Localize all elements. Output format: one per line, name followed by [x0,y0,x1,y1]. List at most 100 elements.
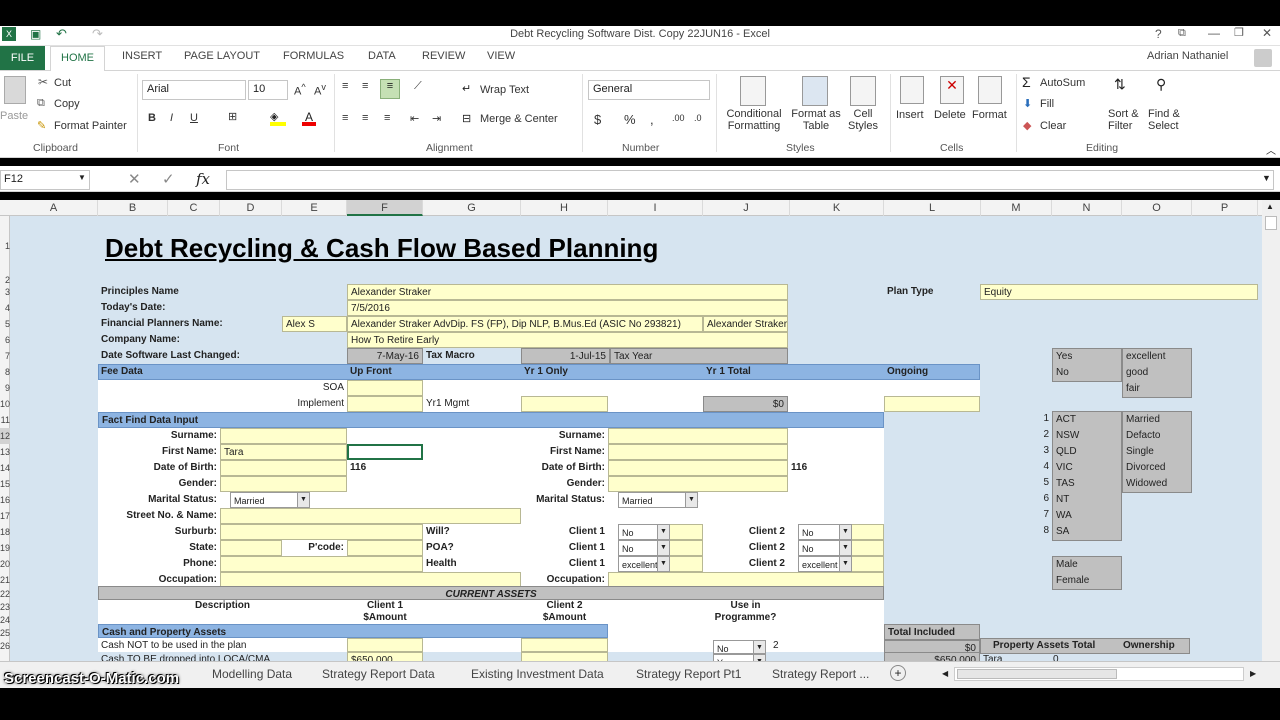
tab-page-layout[interactable]: PAGE LAYOUT [184,50,260,62]
chevron-down-icon[interactable]: ▼ [839,557,851,571]
orientation-icon[interactable]: ⟋ [414,80,422,93]
cell-surname-1[interactable] [220,428,347,444]
column-header[interactable]: B [98,200,168,216]
scroll-thumb[interactable] [1265,216,1277,230]
align-right-icon[interactable]: ≡ [384,112,390,124]
insert-cells-button[interactable]: Insert [896,109,924,121]
font-size-select[interactable]: 10 [248,80,288,100]
poa-combo-c1[interactable]: No ▼ [618,540,670,556]
cancel-entry-icon[interactable]: ✕ [128,170,141,188]
row-header[interactable]: 13 [0,444,10,460]
row-header[interactable]: 15 [0,476,10,492]
vertical-scrollbar[interactable]: ▲ [1262,200,1280,661]
row-header[interactable]: 26 [0,640,10,652]
column-header[interactable]: F [347,200,423,216]
cell-surname-2[interactable] [608,428,788,444]
minimize-icon[interactable]: — [1208,26,1220,40]
bold-icon[interactable]: B [148,112,156,124]
user-name[interactable]: Adrian Nathaniel [1147,50,1228,62]
worksheet-grid[interactable]: Debt Recycling & Cash Flow Based Plannin… [10,216,1262,661]
horizontal-scrollbar[interactable] [954,667,1244,681]
health-combo-c2[interactable]: excellent ▼ [798,556,852,572]
borders-icon[interactable]: ⊞ [228,110,237,123]
row-header[interactable]: 6 [0,332,10,348]
cell-implement-upfront[interactable] [347,396,423,412]
row-header[interactable]: 11 [0,412,10,428]
use-in-combo-1[interactable]: No ▼ [713,640,766,654]
currency-icon[interactable]: $ [594,112,601,127]
chevron-down-icon[interactable]: ▼ [685,493,697,507]
will-combo-c2[interactable]: No ▼ [798,524,852,540]
row-header[interactable]: 16 [0,492,10,508]
fill-color-icon[interactable]: ◈ [270,110,286,126]
ribbon-options-icon[interactable]: ⧉ [1178,27,1186,40]
merge-center-button[interactable]: Merge & Center [480,113,558,125]
decrease-indent-icon[interactable]: ⇤ [410,112,419,125]
column-header[interactable]: A [10,200,98,216]
help-icon[interactable]: ? [1155,27,1162,41]
row-header[interactable]: 14 [0,460,10,476]
chevron-down-icon[interactable]: ▼ [657,541,669,555]
row-header[interactable]: 9 [0,380,10,396]
find-select-button[interactable]: Find & Select [1148,108,1180,132]
align-left-icon[interactable]: ≡ [342,112,348,124]
cut-button[interactable]: Cut [54,77,71,89]
health-combo-c1[interactable]: excellent ▼ [618,556,670,572]
align-top-icon[interactable]: ≡ [342,80,348,92]
sheet-tab-modelling-data[interactable]: Modelling Data [212,667,292,681]
row-header[interactable]: 19 [0,540,10,556]
cell-cash-not-c1[interactable] [347,638,423,652]
autosum-button[interactable]: AutoSum [1040,77,1085,89]
cell-todays-date[interactable]: 7/5/2016 [347,300,788,316]
tab-file[interactable]: FILE [0,46,45,70]
shrink-font-icon[interactable]: Av [314,82,326,98]
format-cells-button[interactable]: Format [972,109,1007,121]
align-middle-icon[interactable]: ≡ [362,80,368,92]
hscroll-left-icon[interactable]: ◀ [942,669,948,678]
marital-status-combo-1[interactable]: Married ▼ [230,492,310,508]
chevron-down-icon[interactable]: ▼ [839,525,851,539]
cell-principles-name[interactable]: Alexander Straker [347,284,788,300]
row-header[interactable]: 23 [0,600,10,614]
row-header[interactable]: 4 [0,300,10,316]
scroll-up-icon[interactable]: ▲ [1266,202,1274,211]
cell-cash-tbd-c1[interactable]: $650,000 [347,652,423,661]
row-header[interactable]: 17 [0,508,10,524]
row-header[interactable]: 25 [0,626,10,640]
font-name-select[interactable]: Arial [142,80,246,100]
increase-decimal-icon[interactable]: .00 [672,113,685,123]
copy-button[interactable]: Copy [54,98,80,110]
row-header[interactable]: 21 [0,572,10,588]
cell-yr1-mgmt[interactable] [521,396,608,412]
close-icon[interactable]: ✕ [1262,26,1272,40]
fill-button[interactable]: Fill [1040,98,1054,110]
cell-phone[interactable] [220,556,423,572]
paste-button[interactable]: Paste [0,110,28,122]
row-header[interactable]: 5 [0,316,10,332]
grow-font-icon[interactable]: A^ [294,82,306,98]
row-header[interactable]: 18 [0,524,10,540]
increase-indent-icon[interactable]: ⇥ [432,112,441,125]
cell-first-name-2[interactable] [608,444,788,460]
expand-formula-icon[interactable]: ▼ [1262,173,1271,183]
row-header[interactable]: 24 [0,614,10,626]
restore-icon[interactable]: ❐ [1234,26,1244,39]
column-header[interactable]: H [521,200,608,216]
sort-filter-button[interactable]: Sort & Filter [1108,108,1139,132]
cell-dob-2[interactable] [608,460,788,476]
chevron-down-icon[interactable]: ▼ [657,557,669,571]
column-header[interactable]: P [1192,200,1258,216]
cell-ongoing[interactable] [884,396,980,412]
confirm-entry-icon[interactable]: ✓ [162,170,175,188]
sheet-tab-strategy-report-pt1[interactable]: Strategy Report Pt1 [636,667,741,681]
column-header[interactable]: J [703,200,790,216]
cell-soa-upfront[interactable] [347,380,423,396]
row-header[interactable]: 8 [0,364,10,380]
poa-combo-c2[interactable]: No ▼ [798,540,852,556]
cell-company-name[interactable]: How To Retire Early [347,332,788,348]
row-header[interactable]: 10 [0,396,10,412]
column-header[interactable]: M [981,200,1052,216]
column-header[interactable]: I [608,200,703,216]
cell-date-changed[interactable]: 7-May-16 [347,348,423,364]
format-painter-button[interactable]: Format Painter [54,120,127,132]
